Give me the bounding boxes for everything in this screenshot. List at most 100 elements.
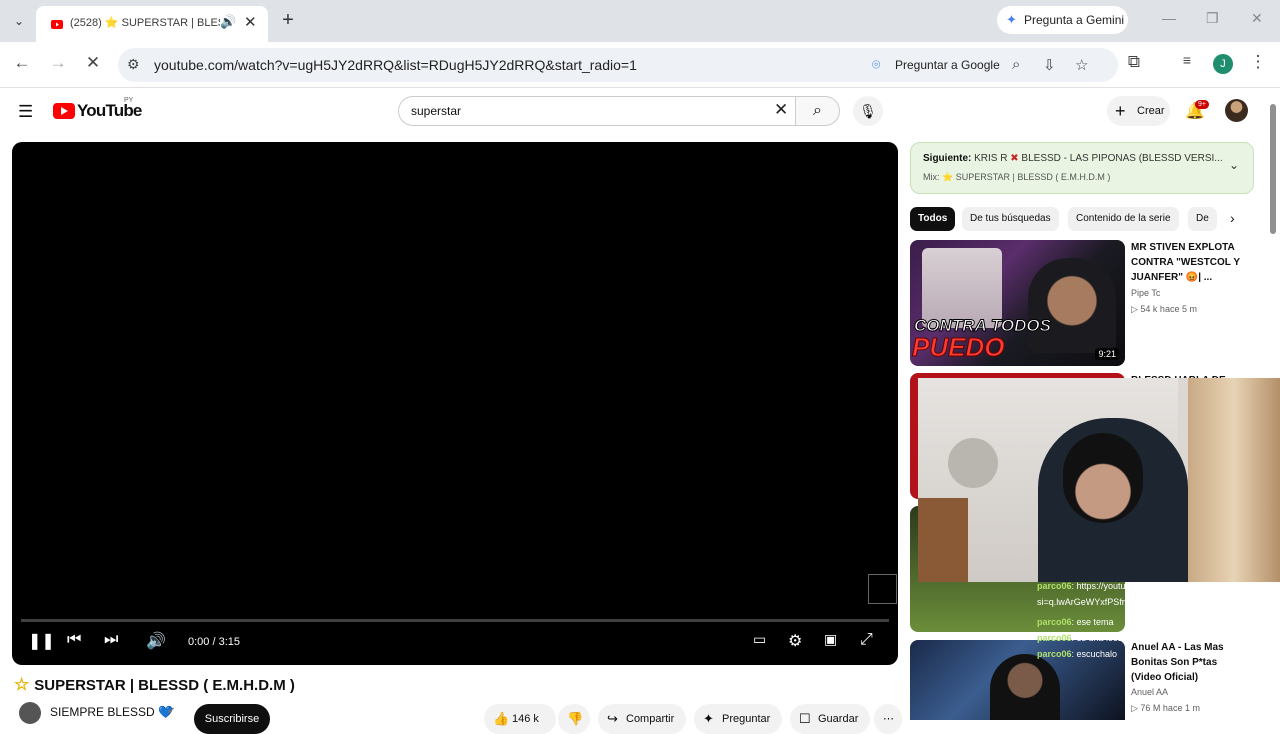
address-bar[interactable]: ⚙ youtube.com/watch?v=ugH5JY2dRRQ&list=R… (118, 48, 1118, 82)
back-arrow-icon[interactable]: ← (10, 53, 34, 73)
theater-mode-icon[interactable]: ▣ (824, 631, 837, 648)
mix-label: Mix: ⭐ SUPERSTAR | BLESSD ( E.M.H.D.M ) (923, 172, 1111, 182)
progress-bar[interactable] (21, 619, 889, 622)
page-scrollbar[interactable] (1268, 92, 1280, 720)
star-icon: ☆ (14, 675, 30, 694)
chip-todos[interactable]: Todos (910, 207, 956, 231)
search-button[interactable]: ⌕ (795, 96, 840, 126)
bookmark-star-icon[interactable]: ☆ (1075, 56, 1088, 74)
next-icon[interactable]: ⏭ (104, 631, 118, 649)
duration-badge: 9:21 (1095, 348, 1119, 360)
stream-chat-overlay: parco06: https://youtu.be/v_GO2JYsRk2 si… (1037, 578, 1277, 662)
filter-chips: Todos De tus búsquedas Contenido de la s… (910, 207, 1256, 231)
video-player[interactable]: ❚❚ ⏮ ⏭ 🔊 0:00 / 3:15 ▭ ⚙ ▣ ⤢ (12, 142, 898, 665)
thumbs-down-icon: 👎 (567, 711, 584, 726)
chat-message: si=q.lwArGeWYxfPSfrv (1037, 597, 1130, 607)
more-actions-icon[interactable]: ⋯ (874, 704, 902, 734)
plus-icon: + (1115, 101, 1126, 121)
save-playlist-icon: ☐ (799, 711, 811, 726)
channel-row: SIEMPRE BLESSD 💙 ✔ Suscribirse 👍 146 k 👎 … (14, 702, 904, 734)
gemini-sparkle-icon: ✦ (1006, 12, 1017, 27)
fullscreen-icon[interactable]: ⤢ (860, 631, 873, 649)
player-square-overlay (868, 574, 897, 604)
up-next-title: Siguiente: KRIS R ✖ BLESSD - LAS PIPONAS… (923, 153, 1223, 164)
share-button[interactable]: ↪ Compartir (598, 704, 686, 734)
maximize-window-icon[interactable]: ❐ (1206, 10, 1219, 27)
up-next-panel[interactable]: Siguiente: KRIS R ✖ BLESSD - LAS PIPONAS… (910, 142, 1254, 194)
profile-avatar[interactable]: J (1213, 54, 1233, 74)
tab-close-icon[interactable]: ✕ (244, 13, 257, 31)
stop-loading-icon[interactable]: ✕ (81, 53, 105, 73)
minimize-window-icon[interactable]: — (1162, 10, 1176, 26)
dislike-button[interactable]: 👎 (558, 704, 590, 734)
pause-icon[interactable]: ❚❚ (28, 631, 55, 651)
ask-gemini-button[interactable]: ✦ Pregunta a Gemini (997, 6, 1128, 34)
youtube-play-logo-icon (53, 103, 75, 119)
red-x-emoji-icon: ✖ (1010, 153, 1019, 164)
search-input[interactable]: superstar ✕ (398, 96, 795, 126)
gemini-label: Pregunta a Gemini (1024, 13, 1125, 27)
like-button[interactable]: 👍 146 k (484, 704, 556, 734)
clear-search-icon[interactable]: ✕ (774, 100, 788, 120)
recommendation-meta: ▷ 76 M hace 1 m (1131, 703, 1200, 713)
recommendation-title[interactable]: MR STIVEN EXPLOTA CONTRA "WESTCOL Y JUAN… (1131, 240, 1246, 285)
time-display: 0:00 / 3:15 (188, 636, 240, 648)
media-controls-icon[interactable]: ≡ (1175, 52, 1199, 68)
player-controls: ❚❚ ⏮ ⏭ 🔊 0:00 / 3:15 ▭ ⚙ ▣ ⤢ (12, 625, 898, 661)
chip-de[interactable]: De (1188, 207, 1217, 231)
thumb-text-puedo: PUEDO (911, 332, 1005, 363)
share-arrow-icon: ↪ (607, 711, 618, 726)
scrollbar-thumb[interactable] (1270, 104, 1276, 234)
tab-audio-icon[interactable]: 🔊 (220, 14, 236, 30)
google-lens-icon: ⌾ (872, 56, 881, 72)
account-avatar[interactable] (1225, 99, 1248, 122)
thumbs-up-icon: 👍 (493, 711, 510, 726)
hamburger-menu-icon[interactable]: ☰ (18, 102, 33, 122)
youtube-logo[interactable]: YouTube PY (53, 97, 142, 121)
channel-avatar[interactable] (19, 702, 41, 724)
voice-search-mic-icon[interactable]: 🎙 (853, 96, 883, 126)
new-tab-plus-icon[interactable]: + (278, 9, 298, 32)
previous-icon[interactable]: ⏮ (67, 631, 81, 649)
youtube-favicon-icon (51, 20, 63, 29)
search-query[interactable]: superstar (411, 104, 461, 118)
chevron-down-icon[interactable]: ⌄ (1229, 158, 1239, 172)
recommendation-item[interactable]: CONTRA TODOS PUEDO 9:21 MR STIVEN EXPLOT… (910, 240, 1256, 366)
browser-menu-kebab-icon[interactable]: ⋮ (1246, 52, 1270, 72)
chip-busquedas[interactable]: De tus búsquedas (962, 207, 1059, 231)
install-app-icon[interactable]: ⇩ (1043, 56, 1056, 74)
sparkle-icon: ✦ (703, 711, 714, 726)
settings-gear-icon[interactable]: ⚙ (788, 631, 802, 651)
site-settings-icon[interactable]: ⚙ (127, 56, 140, 73)
country-code: PY (124, 97, 134, 104)
zoom-magnifier-icon[interactable]: ⌕ (1012, 56, 1020, 73)
ask-google-label: Preguntar a Google (895, 58, 1000, 72)
video-thumbnail[interactable]: CONTRA TODOS PUEDO 9:21 (910, 240, 1125, 366)
forward-arrow-icon[interactable]: → (46, 53, 70, 73)
url-text[interactable]: youtube.com/watch?v=ugH5JY2dRRQ&list=RDu… (154, 57, 637, 73)
youtube-header: ☰ YouTube PY superstar ✕ ⌕ 🎙 + Crear 🔔 9… (0, 88, 1280, 134)
chat-message: parco06: es una locuraaa (1037, 633, 1141, 643)
recommendation-channel[interactable]: Pipe Tc (1131, 288, 1160, 298)
create-button[interactable]: + Crear (1107, 96, 1170, 126)
browser-toolbar: ← → ✕ ⚙ youtube.com/watch?v=ugH5JY2dRRQ&… (0, 42, 1280, 88)
notifications-badge: 9+ (1195, 100, 1209, 109)
recommendation-channel[interactable]: Anuel AA (1131, 687, 1168, 697)
browser-tab[interactable]: (2528) ⭐ SUPERSTAR | BLESSD ( 🔊 ✕ (36, 6, 268, 42)
volume-icon[interactable]: 🔊 (146, 631, 166, 651)
chat-message: parco06: escuchalo (1037, 649, 1118, 659)
ask-google-button[interactable]: ⌾ Preguntar a Google (872, 56, 1000, 72)
chip-serie[interactable]: Contenido de la serie (1068, 207, 1179, 231)
subscribe-button[interactable]: Suscribirse (194, 704, 270, 734)
ask-button[interactable]: ✦ Preguntar (694, 704, 782, 734)
chips-next-chevron-icon[interactable]: › (1230, 210, 1235, 226)
save-button[interactable]: ☐ Guardar (790, 704, 870, 734)
close-window-icon[interactable]: ✕ (1251, 10, 1263, 27)
tab-search-chevron-icon[interactable]: ⌄ (8, 10, 30, 32)
search-icon: ⌕ (813, 102, 822, 119)
extensions-puzzle-icon[interactable]: ⧉ (1122, 52, 1146, 72)
verified-check-icon: ✔ (167, 706, 176, 717)
channel-name[interactable]: SIEMPRE BLESSD 💙 (50, 705, 173, 719)
youtube-wordmark: YouTube (77, 101, 142, 120)
subtitles-icon[interactable]: ▭ (753, 631, 766, 648)
